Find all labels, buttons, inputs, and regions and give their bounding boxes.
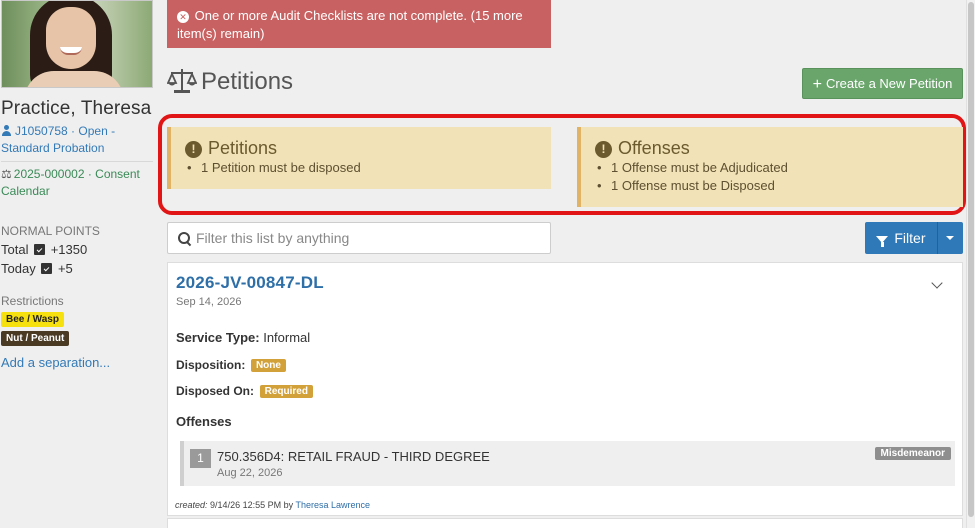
case-link[interactable]: J1050758 · Open - Standard Probation (1, 123, 151, 157)
petitions-warning-title: ! Petitions (185, 137, 537, 159)
audit-alert-text: One or more Audit Checklists are not com… (177, 8, 523, 41)
profile-photo (1, 0, 153, 88)
scrollbar-thumb[interactable] (968, 2, 974, 517)
list-item: 1 Petition must be disposed (185, 159, 537, 177)
restriction-tag-nut-peanut: Nut / Peanut (1, 331, 70, 346)
filter-button[interactable]: Filter (865, 222, 937, 254)
create-petition-button[interactable]: + Create a New Petition (802, 68, 963, 99)
petitions-warning-list: 1 Petition must be disposed (185, 159, 537, 177)
petition-card: 2026-JV-00847-DL Sep 14, 2026 Service Ty… (167, 262, 963, 516)
offenses-header: Offenses (176, 414, 232, 429)
created-label: created: (175, 500, 208, 510)
petition-date: Sep 14, 2026 (176, 296, 242, 308)
created-info: created: 9/14/26 12:55 PM by Theresa Law… (175, 500, 370, 510)
next-card (167, 518, 963, 528)
scale-icon (167, 69, 197, 93)
plus-icon: + (812, 76, 822, 93)
offense-date: Aug 22, 2026 (217, 467, 283, 479)
offenses-warning-title-text: Offenses (618, 138, 690, 158)
offenses-warning-title: ! Offenses (595, 137, 949, 159)
add-separation-link[interactable]: Add a separation... (1, 355, 110, 370)
offenses-warning-list: 1 Offense must be Adjudicated 1 Offense … (595, 159, 949, 195)
exclamation-circle-icon: ! (185, 141, 202, 158)
page-title-text: Petitions (201, 68, 294, 95)
calendar-check-icon (34, 244, 46, 255)
person-icon (1, 125, 12, 136)
disposition-badge: None (250, 359, 286, 372)
points-title: NORMAL POINTS (1, 224, 100, 238)
funnel-icon (876, 236, 889, 247)
sidebar: Practice, Theresa J1050758 · Open - Stan… (0, 0, 158, 528)
petition-link-text[interactable]: 2025-000002 · Consent Calendar (1, 167, 140, 198)
search-icon (178, 232, 190, 244)
petition-link[interactable]: ⚖ 2025-000002 · Consent Calendar (1, 166, 153, 200)
person-name: Practice, Theresa (1, 98, 152, 119)
offense-class-badge: Misdemeanor (874, 447, 951, 460)
created-by-link[interactable]: Theresa Lawrence (295, 500, 370, 510)
disposed-on-badge: Required (259, 385, 313, 398)
restrictions-title: Restrictions (1, 294, 64, 308)
chevron-down-icon[interactable] (931, 279, 943, 291)
service-type-label: Service Type: (176, 330, 260, 345)
filter-field[interactable] (167, 222, 551, 254)
divider (1, 161, 153, 162)
points-total: Total +1350 (1, 242, 87, 257)
filter-dropdown-toggle[interactable] (938, 222, 963, 254)
points-total-value: +1350 (50, 242, 88, 257)
filter-input[interactable] (196, 223, 536, 253)
points-today-label: Today (1, 261, 36, 276)
list-item: 1 Offense must be Disposed (595, 177, 949, 195)
scrollbar[interactable] (966, 0, 975, 528)
offense-row[interactable]: 1 750.356D4: RETAIL FRAUD - THIRD DEGREE… (180, 441, 955, 486)
disposed-on-field: Disposed On: Required (176, 383, 313, 398)
exclamation-circle-icon: ! (595, 141, 612, 158)
restriction-tag-bee-wasp: Bee / Wasp (1, 312, 64, 327)
audit-alert: ✕ One or more Audit Checklists are not c… (167, 0, 551, 48)
list-item: 1 Offense must be Adjudicated (595, 159, 949, 177)
petition-number-link[interactable]: 2026-JV-00847-DL (176, 273, 324, 293)
offense-title: 750.356D4: RETAIL FRAUD - THIRD DEGREE (217, 449, 490, 464)
filter-button-label[interactable]: Filter (894, 230, 925, 246)
create-petition-label[interactable]: Create a New Petition (826, 76, 952, 91)
scale-icon: ⚖ (1, 167, 12, 181)
points-today-value: +5 (57, 261, 73, 276)
disposition-field: Disposition: None (176, 357, 286, 372)
service-type-value: Informal (263, 330, 311, 345)
calendar-check-icon (41, 263, 53, 274)
petitions-warning-title-text: Petitions (208, 138, 278, 158)
close-circle-icon: ✕ (177, 11, 189, 23)
created-value: 9/14/26 12:55 PM by (210, 500, 294, 510)
points-today: Today +5 (1, 261, 73, 276)
service-type-field: Service Type: Informal (176, 330, 310, 345)
filter-button-group[interactable]: Filter (865, 222, 963, 254)
disposed-on-label: Disposed On: (176, 384, 255, 398)
case-link-text[interactable]: J1050758 · Open - Standard Probation (1, 124, 115, 155)
disposition-label: Disposition: (176, 358, 246, 372)
offenses-warning: ! Offenses 1 Offense must be Adjudicated … (577, 127, 963, 207)
points-total-label: Total (1, 242, 29, 257)
petitions-warning: ! Petitions 1 Petition must be disposed (167, 127, 551, 189)
offense-number: 1 (190, 449, 211, 468)
